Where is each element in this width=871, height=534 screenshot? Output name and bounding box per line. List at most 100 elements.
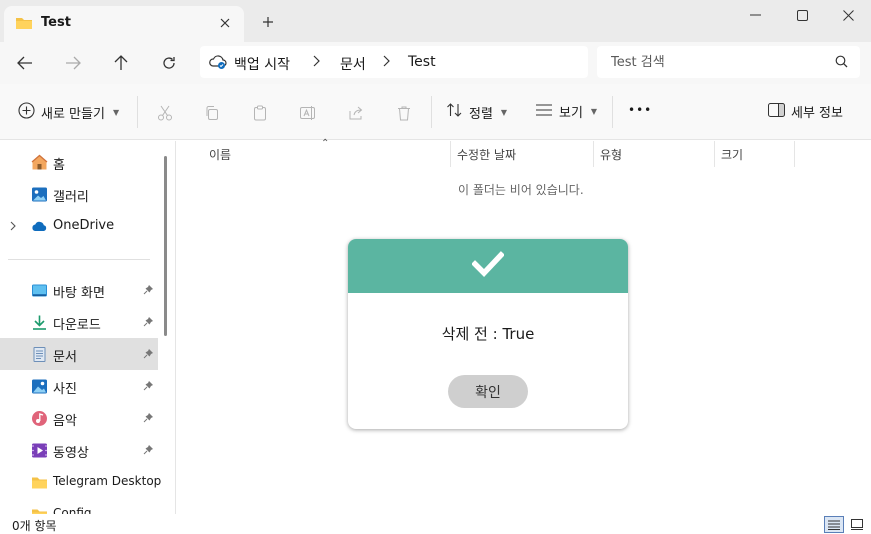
cut-icon[interactable]	[155, 103, 175, 123]
maximize-icon[interactable]	[779, 0, 825, 30]
sidebar-item-label: 홈	[53, 158, 65, 173]
refresh-icon[interactable]	[156, 50, 182, 76]
pin-icon[interactable]	[143, 316, 154, 331]
video-icon	[31, 442, 48, 459]
confirmation-dialog: 삭제 전 : True 확인	[348, 239, 628, 429]
sidebar-item-desktop[interactable]: 바탕 화면	[0, 274, 158, 306]
details-button[interactable]: 세부 정보	[768, 102, 843, 121]
folder-icon	[31, 474, 48, 491]
more-button[interactable]: •••	[628, 103, 652, 117]
column-header-size[interactable]: 크기	[721, 141, 743, 167]
column-header-date[interactable]: 수정한 날짜	[457, 141, 516, 167]
sidebar-item-label: Telegram Desktop	[53, 474, 162, 488]
rename-icon[interactable]	[298, 103, 318, 123]
search-input[interactable]	[597, 46, 827, 78]
search-box[interactable]	[597, 46, 860, 78]
sidebar-item-downloads[interactable]: 다운로드	[0, 306, 158, 338]
sidebar-item-videos[interactable]: 동영상	[0, 434, 158, 466]
sort-up-icon: ⌃	[321, 138, 330, 149]
sidebar-item-label: 다운로드	[53, 318, 101, 333]
thumbnail-view-icon[interactable]	[847, 516, 867, 533]
share-icon[interactable]	[346, 103, 366, 123]
view-button[interactable]: 보기 ▼	[535, 102, 597, 121]
document-icon	[31, 346, 48, 363]
details-view-icon[interactable]	[824, 516, 844, 533]
details-pane-icon	[768, 102, 785, 121]
delete-icon[interactable]	[394, 103, 414, 123]
up-arrow-icon[interactable]	[108, 50, 134, 76]
home-icon	[31, 154, 48, 171]
sidebar-item-gallery[interactable]: 갤러리	[0, 178, 158, 210]
forward-arrow-icon[interactable]	[60, 50, 86, 76]
sidebar-item-onedrive[interactable]: OneDrive	[0, 210, 158, 242]
address-bar: 백업 시작 문서 Test	[0, 42, 871, 84]
divider	[8, 259, 150, 260]
chevron-down-icon: ▼	[590, 107, 598, 116]
chevron-right-icon[interactable]	[313, 55, 320, 71]
command-bar: 새로 만들기 ▼ 정렬 ▼ 보기 ▼ ••• 세부 정보	[0, 84, 871, 140]
pin-icon[interactable]	[143, 284, 154, 299]
breadcrumb-item[interactable]: Test	[408, 54, 436, 70]
breadcrumb-item[interactable]: 문서	[340, 54, 366, 74]
new-button[interactable]: 새로 만들기 ▼	[18, 102, 119, 123]
divider	[137, 96, 138, 128]
sidebar-item-documents[interactable]: 문서	[0, 338, 158, 370]
column-header-name[interactable]: 이름	[209, 141, 231, 167]
gallery-icon	[31, 186, 48, 203]
view-label: 보기	[559, 106, 583, 121]
sort-label: 정렬	[469, 106, 493, 122]
chevron-right-icon[interactable]	[383, 55, 390, 71]
confirm-button[interactable]: 확인	[448, 375, 528, 408]
sidebar-item-home[interactable]: 홈	[0, 146, 158, 178]
status-bar: 0개 항목	[0, 514, 871, 534]
sidebar-item-pictures[interactable]: 사진	[0, 370, 158, 402]
plus-circle-icon	[18, 102, 35, 123]
column-divider[interactable]	[714, 141, 715, 167]
folder-icon	[15, 15, 33, 35]
download-icon	[31, 314, 48, 331]
cloud-sync-icon	[209, 54, 227, 74]
close-icon[interactable]	[825, 0, 871, 30]
plus-icon[interactable]	[258, 12, 278, 32]
copy-icon[interactable]	[202, 103, 222, 123]
breadcrumb-item[interactable]: 백업 시작	[234, 54, 290, 74]
pin-icon[interactable]	[143, 348, 154, 363]
pin-icon[interactable]	[143, 380, 154, 395]
dialog-message: 삭제 전 : True	[441, 325, 535, 343]
tab-close-icon[interactable]	[214, 12, 236, 34]
folder-icon	[31, 506, 48, 514]
sidebar-item-music[interactable]: 음악	[0, 402, 158, 434]
pin-icon[interactable]	[143, 412, 154, 427]
dialog-header	[348, 239, 628, 293]
view-list-icon	[535, 103, 553, 121]
sidebar-item-label: 동영상	[53, 446, 89, 461]
column-divider[interactable]	[593, 141, 594, 167]
desktop-icon	[31, 282, 48, 299]
item-count: 0개 항목	[12, 519, 57, 533]
sort-button[interactable]: 정렬 ▼	[446, 102, 507, 122]
checkmark-icon	[471, 251, 505, 281]
minimize-icon[interactable]	[732, 0, 778, 30]
details-label: 세부 정보	[791, 106, 843, 121]
paste-icon[interactable]	[250, 103, 270, 123]
sidebar-item-config[interactable]: Config	[0, 498, 158, 514]
sidebar-item-telegram-desktop[interactable]: Telegram Desktop	[0, 466, 162, 498]
sidebar-item-label: 문서	[53, 350, 77, 365]
new-button-label: 새로 만들기	[41, 107, 105, 122]
breadcrumb[interactable]: 백업 시작 문서 Test	[200, 46, 588, 78]
divider	[431, 96, 432, 128]
sidebar-item-label: OneDrive	[53, 218, 115, 233]
sidebar-item-label: 바탕 화면	[53, 286, 105, 301]
sidebar-scrollbar[interactable]	[164, 156, 167, 336]
column-divider[interactable]	[794, 141, 795, 167]
column-header-type[interactable]: 유형	[600, 141, 622, 167]
tab-test[interactable]: Test	[4, 6, 244, 42]
search-icon	[835, 55, 848, 72]
column-divider[interactable]	[450, 141, 451, 167]
back-arrow-icon[interactable]	[12, 50, 38, 76]
pin-icon[interactable]	[143, 444, 154, 459]
empty-folder-message: 이 폴더는 비어 있습니다.	[458, 183, 584, 197]
cloud-icon	[31, 218, 48, 235]
chevron-right-icon[interactable]	[10, 220, 16, 235]
sidebar-item-label: 음악	[53, 414, 77, 429]
